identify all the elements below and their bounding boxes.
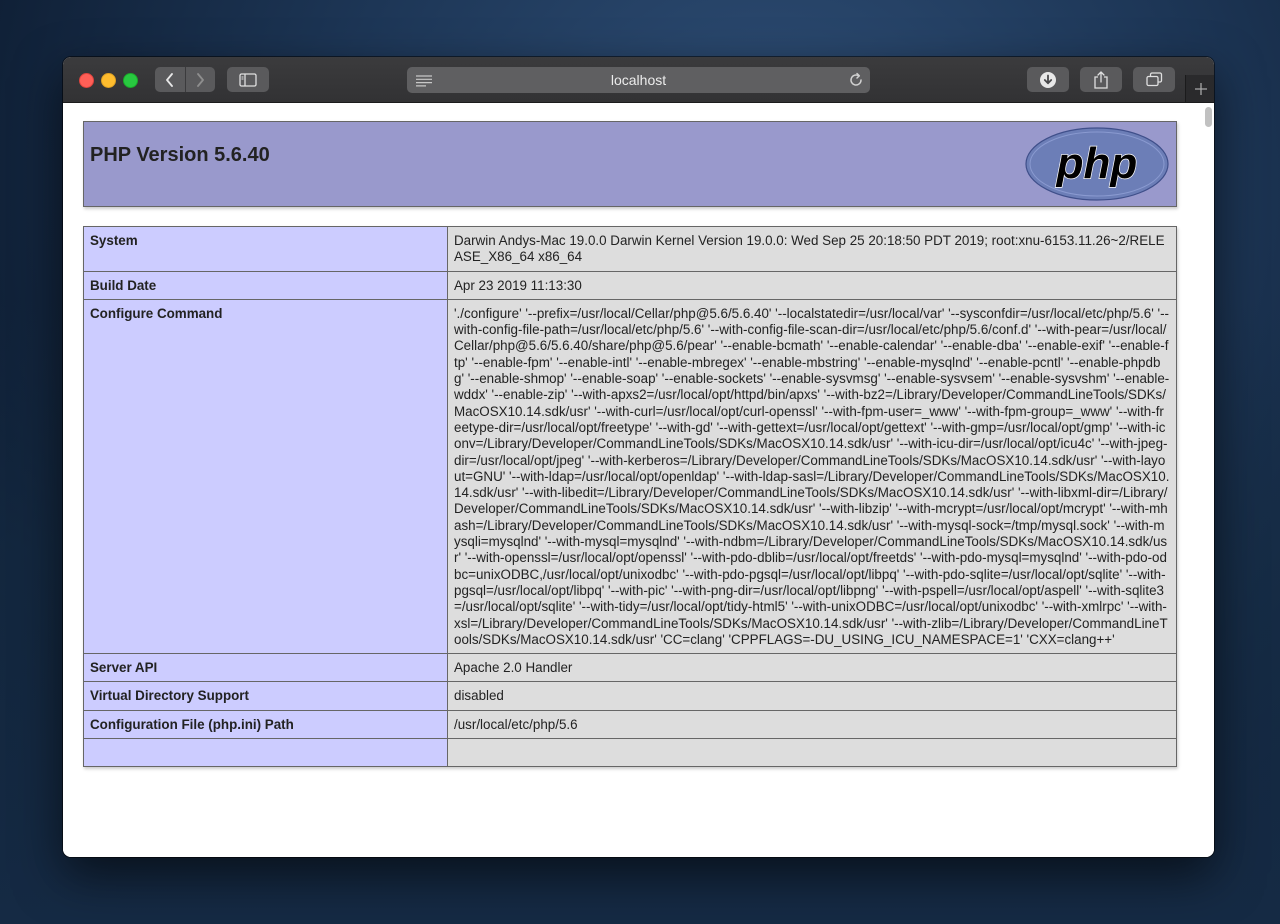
share-button[interactable] <box>1080 67 1122 92</box>
info-row-value: Darwin Andys-Mac 19.0.0 Darwin Kernel Ve… <box>447 226 1177 272</box>
info-row-value: Apache 2.0 Handler <box>447 653 1177 683</box>
sidebar-icon <box>239 72 257 87</box>
chevron-right-icon <box>197 72 205 87</box>
info-row-key: System <box>83 226 448 272</box>
browser-toolbar: localhost <box>63 57 1214 103</box>
info-row: System Darwin Andys-Mac 19.0.0 Darwin Ker… <box>83 226 1177 272</box>
navigation-buttons <box>155 67 215 92</box>
info-row-value: Apr 23 2019 11:13:30 <box>447 270 1177 300</box>
info-row-key: Build Date <box>83 270 448 300</box>
download-icon <box>1040 71 1056 88</box>
info-row-key: Configure Command <box>83 298 448 655</box>
info-row: Build Date Apr 23 2019 11:13:30 <box>83 270 1177 300</box>
sidebar-toggle-button[interactable] <box>227 67 269 92</box>
php-logo: php <box>1024 127 1170 206</box>
info-row-key: Virtual Directory Support <box>83 681 448 711</box>
php-version-header: PHP Version 5.6.40 php <box>83 121 1177 207</box>
reload-icon[interactable] <box>848 72 864 93</box>
share-icon <box>1094 70 1108 89</box>
info-row-value: './configure' '--prefix=/usr/local/Cella… <box>447 298 1177 655</box>
browser-window: localhost PHP Version 5.6.40 php System … <box>63 57 1214 857</box>
info-row: Virtual Directory Support disabled <box>83 681 1177 711</box>
info-row-key <box>83 738 448 768</box>
php-info-table: System Darwin Andys-Mac 19.0.0 Darwin Ker… <box>83 226 1177 768</box>
zoom-window-button[interactable] <box>123 73 138 88</box>
info-row <box>83 738 1177 768</box>
minimize-window-button[interactable] <box>101 73 116 88</box>
url-text: localhost <box>610 72 667 88</box>
info-row-key: Server API <box>83 653 448 683</box>
tab-overview-icon <box>1145 72 1162 87</box>
php-logo-text: php <box>1056 139 1138 188</box>
downloads-button[interactable] <box>1027 67 1069 92</box>
plus-icon <box>1194 82 1207 95</box>
address-bar[interactable]: localhost <box>407 67 870 93</box>
info-row-value: disabled <box>447 681 1177 711</box>
info-row: Configuration File (php.ini) Path/usr/lo… <box>83 709 1177 740</box>
info-row: Configure Command './configure' '--prefix… <box>83 298 1177 655</box>
info-row: Server API Apache 2.0 Handler <box>83 653 1177 683</box>
back-button[interactable] <box>155 67 185 92</box>
forward-button[interactable] <box>186 67 216 92</box>
chevron-left-icon <box>165 72 173 87</box>
tab-overview-button[interactable] <box>1133 67 1175 92</box>
close-window-button[interactable] <box>79 73 94 88</box>
scrollbar-thumb[interactable] <box>1205 107 1212 127</box>
info-row-value: /usr/local/etc/php/5.6 <box>447 709 1177 740</box>
info-row-key: Configuration File (php.ini) Path <box>83 709 448 740</box>
new-tab-button[interactable] <box>1185 75 1214 102</box>
page-title: PHP Version 5.6.40 <box>90 144 270 166</box>
page-content: PHP Version 5.6.40 php System Darwin Andy… <box>63 103 1214 857</box>
info-row-value <box>447 738 1177 768</box>
